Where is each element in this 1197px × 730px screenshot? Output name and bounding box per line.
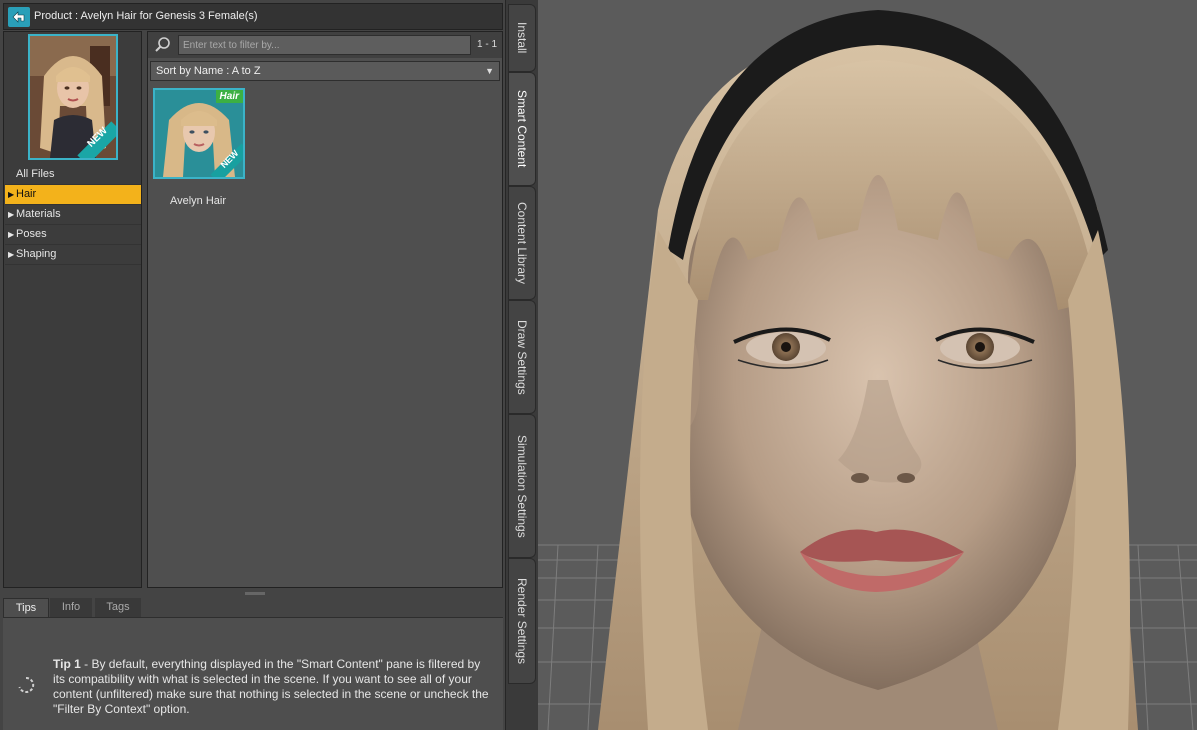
content-panel: 1 - 1 Sort by Name : A to Z ▼ Hair NEW	[147, 31, 503, 588]
info-panel: Tips Info Tags Tip 1 - By default, every…	[3, 598, 503, 730]
viewport-render	[538, 0, 1197, 730]
tab-tags[interactable]: Tags	[95, 598, 141, 617]
tab-simulation-settings[interactable]: Simulation Settings	[508, 414, 536, 558]
category-poses[interactable]: ▶ Poses	[5, 225, 141, 245]
pane-splitter-handle[interactable]	[245, 592, 265, 595]
tab-render-settings[interactable]: Render Settings	[508, 558, 536, 684]
expand-arrow-icon[interactable]: ▶	[8, 205, 16, 224]
product-thumbnail: NEW	[28, 34, 118, 160]
category-materials[interactable]: ▶ Materials	[5, 205, 141, 225]
search-icon[interactable]	[154, 36, 172, 54]
category-panel: NEW All Files ▶ Hair ▶ Materials ▶ Poses ▶ S…	[3, 31, 142, 588]
item-label: Avelyn Hair	[169, 195, 227, 207]
back-arrow-icon	[12, 11, 25, 23]
3d-viewport[interactable]	[538, 0, 1197, 730]
hair-badge: Hair	[215, 90, 243, 103]
product-title: Product : Avelyn Hair for Genesis 3 Fema…	[34, 10, 258, 22]
tab-draw-settings[interactable]: Draw Settings	[508, 300, 536, 414]
expand-arrow-icon[interactable]: ▶	[8, 225, 16, 244]
tab-smart-content[interactable]: Smart Content	[508, 72, 536, 186]
product-header: Product : Avelyn Hair for Genesis 3 Fema…	[3, 3, 503, 30]
item-thumbnail-avelyn-hair[interactable]: Hair NEW	[153, 88, 245, 179]
search-input[interactable]	[178, 35, 471, 55]
side-tab-strip: Install Smart Content Content Library Dr…	[505, 0, 536, 730]
spinner-icon	[18, 676, 35, 693]
dropdown-arrow-icon: ▼	[485, 66, 494, 76]
result-count: 1 - 1	[477, 39, 498, 50]
category-label: Hair	[16, 188, 37, 200]
category-all-files[interactable]: All Files	[5, 165, 141, 185]
tab-tips[interactable]: Tips	[3, 598, 49, 618]
tip-text: Tip 1 - By default, everything displayed…	[53, 657, 493, 717]
tab-content-library[interactable]: Content Library	[508, 186, 536, 300]
sort-dropdown[interactable]: Sort by Name : A to Z ▼	[150, 61, 500, 81]
smart-content-pane: Product : Avelyn Hair for Genesis 3 Fema…	[0, 0, 505, 730]
category-label: All Files	[16, 168, 55, 180]
tip-title: Tip 1	[53, 657, 81, 671]
tip-body-text: - By default, everything displayed in th…	[53, 657, 489, 716]
sort-label: Sort by Name : A to Z	[156, 65, 261, 77]
category-label: Shaping	[16, 248, 57, 260]
search-bar: 1 - 1	[148, 32, 502, 58]
expand-arrow-icon[interactable]: ▶	[8, 185, 16, 204]
tip-content: Tip 1 - By default, everything displayed…	[3, 617, 503, 730]
category-shaping[interactable]: ▶ Shaping	[5, 245, 141, 265]
category-hair[interactable]: ▶ Hair	[5, 185, 141, 205]
category-label: Materials	[16, 208, 61, 220]
expand-arrow-icon[interactable]: ▶	[8, 245, 16, 264]
category-label: Poses	[16, 228, 47, 240]
back-button[interactable]	[8, 7, 30, 27]
tab-info[interactable]: Info	[50, 598, 92, 617]
tab-install[interactable]: Install	[508, 4, 536, 72]
